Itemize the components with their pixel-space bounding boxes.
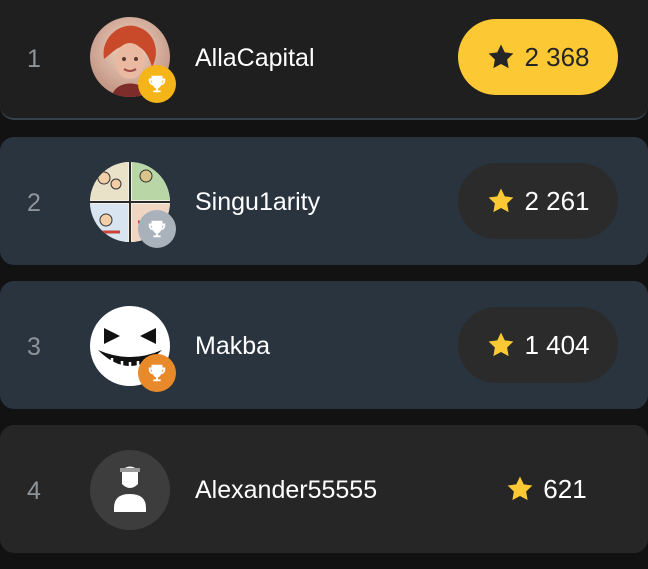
gold-medal-badge xyxy=(138,65,176,103)
rank-number: 4 xyxy=(27,477,41,505)
leaderboard: 1 AllaCapital 2 368 2 Singu1arity 2 261 … xyxy=(0,0,648,569)
trophy-icon xyxy=(148,364,166,382)
bronze-medal-badge xyxy=(138,354,176,392)
username[interactable]: Singu1arity xyxy=(195,188,320,217)
score-value: 1 404 xyxy=(524,329,590,360)
leaderboard-row-4[interactable]: 4 Alexander55555 621 xyxy=(0,425,648,553)
score-pill: 2 261 xyxy=(458,163,618,239)
username[interactable]: Makba xyxy=(195,332,270,361)
leaderboard-row-2[interactable]: 2 Singu1arity 2 261 xyxy=(0,137,648,265)
star-icon xyxy=(486,186,516,216)
score-value: 2 261 xyxy=(524,185,590,216)
star-icon xyxy=(486,42,516,72)
score-pill: 2 368 xyxy=(458,19,618,95)
score-pill: 621 xyxy=(484,451,608,527)
trophy-icon xyxy=(148,75,166,93)
star-icon xyxy=(486,330,516,360)
avatar[interactable] xyxy=(90,450,170,530)
avatar[interactable] xyxy=(90,162,176,248)
score-value: 2 368 xyxy=(524,41,590,72)
star-icon xyxy=(505,474,535,504)
rank-number: 2 xyxy=(27,189,41,217)
score-value: 621 xyxy=(543,473,587,504)
avatar[interactable] xyxy=(90,17,176,103)
user-icon xyxy=(90,450,170,530)
leaderboard-row-3[interactable]: 3 Makba 1 404 xyxy=(0,281,648,409)
avatar[interactable] xyxy=(90,306,176,392)
username[interactable]: Alexander55555 xyxy=(195,476,377,505)
silver-medal-badge xyxy=(138,210,176,248)
username[interactable]: AllaCapital xyxy=(195,44,315,73)
score-pill: 1 404 xyxy=(458,307,618,383)
trophy-icon xyxy=(148,220,166,238)
rank-number: 3 xyxy=(27,333,41,361)
rank-number: 1 xyxy=(27,45,41,73)
leaderboard-row-1[interactable]: 1 AllaCapital 2 368 xyxy=(0,0,648,120)
